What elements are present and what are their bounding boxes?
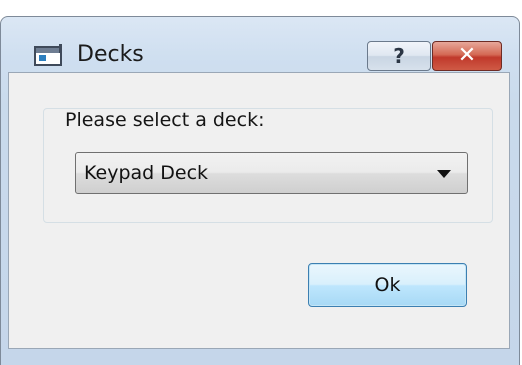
ok-button[interactable]: Ok — [308, 263, 467, 307]
window-title: Decks — [77, 42, 144, 67]
application-window-icon-mark — [59, 44, 62, 53]
question-mark-icon: ? — [393, 44, 405, 68]
close-button[interactable]: ✕ — [432, 41, 502, 71]
chevron-down-icon[interactable] — [437, 170, 451, 178]
close-icon: ✕ — [457, 43, 477, 68]
title-bar[interactable]: Decks ? ✕ — [1, 17, 519, 79]
application-window-icon — [34, 46, 62, 66]
help-button[interactable]: ? — [367, 41, 431, 71]
deck-select-value: Keypad Deck — [84, 162, 209, 184]
group-label: Please select a deck: — [61, 109, 269, 131]
decks-dialog: Decks ? ✕ Please select a deck: Keypad D… — [0, 0, 522, 365]
deck-select[interactable]: Keypad Deck — [75, 152, 468, 194]
ok-button-label: Ok — [374, 274, 401, 296]
